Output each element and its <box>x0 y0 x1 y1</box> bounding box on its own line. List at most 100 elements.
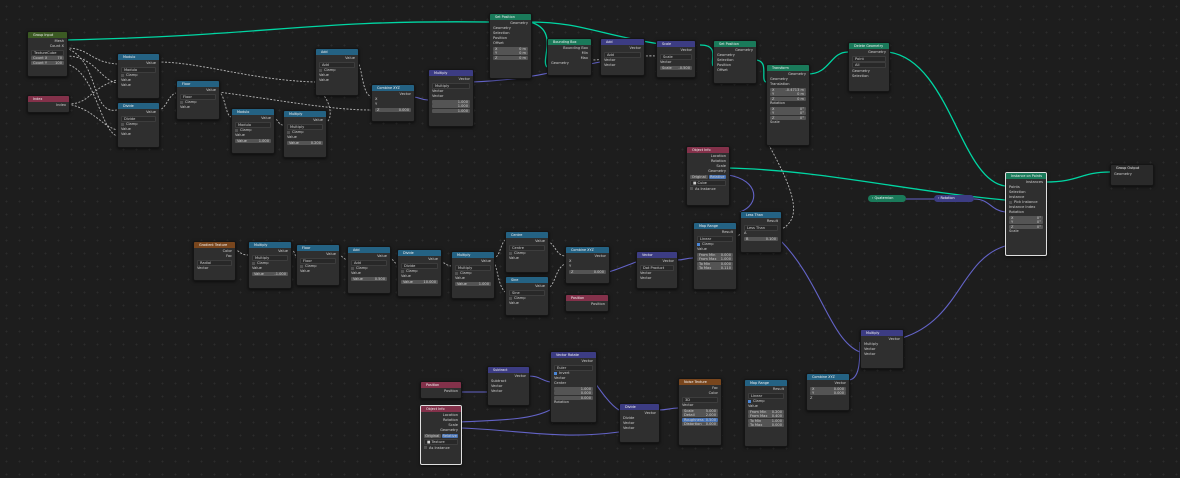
vector-multiply-node[interactable]: Multiply Vector Multiply Vector Vector <box>860 329 904 369</box>
scale-field[interactable]: Scale 5.000 <box>682 408 718 413</box>
operation-dropdown[interactable]: Divide <box>401 262 438 269</box>
rotation-z-field[interactable]: Z 0° <box>1009 224 1043 229</box>
index-node[interactable]: Index Index <box>27 95 70 113</box>
object-selector[interactable]: ■ Texture <box>424 439 458 445</box>
rotation-x-field[interactable]: X 0° <box>770 106 806 111</box>
to-min-field[interactable]: To Min 1.000 <box>748 418 784 423</box>
mode-dropdown[interactable]: All <box>852 62 886 68</box>
instance-on-points-node[interactable]: Instance on Points Instances Points Sele… <box>1005 172 1047 256</box>
operation-dropdown[interactable]: Sine <box>509 289 545 296</box>
center-y-field[interactable]: 0.000 <box>554 391 593 395</box>
operation-dropdown[interactable]: Floor <box>180 93 216 100</box>
position-node[interactable]: Position Position <box>565 294 609 312</box>
rotation-type-dropdown[interactable]: Euler <box>554 364 593 371</box>
combine-xyz-node[interactable]: Combine XYZ Vector X 0.000 Y 0.000 Z <box>806 373 850 411</box>
roughness-field[interactable]: Roughness 0.500 <box>682 417 718 422</box>
node-editor-canvas[interactable]: Group Input Mesh Count X TextureCube Cou… <box>0 0 1180 478</box>
object-info-node[interactable]: Object Info Location Rotation Scale Geom… <box>420 405 462 465</box>
translation-y-field[interactable]: Y0 m <box>770 92 806 96</box>
value-field[interactable]: Value 0.500 <box>351 276 387 281</box>
x-field[interactable]: X 0.000 <box>810 386 846 391</box>
math-modulo-node[interactable]: Modulo Value Modulo Clamp Value Value 1.0… <box>231 108 275 154</box>
count-y-field[interactable]: Count Y 100 <box>31 60 64 65</box>
math-multiply-node[interactable]: Multiply Value Multiply Clamp Value Valu… <box>248 241 292 289</box>
vector-add-node[interactable]: Add Vector Add Vector Vector <box>600 38 645 76</box>
value-field[interactable]: Value -1.000 <box>252 271 288 276</box>
vector-subtract-node[interactable]: Subtract Vector Subtract Vector Vector <box>487 366 530 406</box>
count-x-field[interactable]: Count X 70 <box>31 56 64 60</box>
offset-x-field[interactable]: X0 m <box>493 46 528 51</box>
math-floor-node[interactable]: Floor Value Floor Clamp Value <box>296 244 340 286</box>
as-instance-checkbox[interactable]: As Instance <box>690 187 726 192</box>
position-node[interactable]: Position Position <box>420 381 462 399</box>
value-field[interactable]: Value 10.000 <box>401 279 438 284</box>
center-x-field[interactable]: 1.000 <box>554 386 593 391</box>
node-header[interactable]: Delete Geometry <box>849 43 889 49</box>
rotation-x-field[interactable]: X 0° <box>1009 215 1043 220</box>
operation-dropdown[interactable]: Add <box>319 61 355 68</box>
gradient-texture-node[interactable]: Gradient Texture Color Fac Radial Vector <box>193 241 236 281</box>
y-field[interactable]: Y 0.000 <box>810 391 846 395</box>
value-field[interactable]: Value 1.000 <box>455 281 491 286</box>
group-input-node[interactable]: Group Input Mesh Count X TextureCube Cou… <box>27 31 68 77</box>
math-divide-node[interactable]: Divide Value Divide Clamp Value Value 10.… <box>397 249 442 297</box>
vector-divide-node[interactable]: Divide Vector Divide Vector Vector <box>619 403 660 443</box>
domain-dropdown[interactable]: Point <box>852 55 886 62</box>
value-field[interactable]: Value 1.000 <box>235 138 271 143</box>
distortion-field[interactable]: Distortion 0.000 <box>682 422 718 426</box>
from-min-field[interactable]: From Min 0.200 <box>748 409 784 414</box>
translation-x-field[interactable]: X -0.4713 m <box>770 87 806 92</box>
compare-less-than-node[interactable]: Less Than Result Less Than A B 0.100 <box>740 211 782 253</box>
rotation-y-field[interactable]: Y 0° <box>1009 220 1043 224</box>
math-floor-node[interactable]: Floor Value Floor Clamp Value <box>176 80 220 120</box>
group-output-node[interactable]: Group Output Geometry <box>1110 164 1154 186</box>
detail-field[interactable]: Detail 2.000 <box>682 413 718 417</box>
operation-dropdown[interactable]: Multiply <box>455 264 491 271</box>
gradient-type-dropdown[interactable]: Radial <box>197 259 232 266</box>
offset-z-field[interactable]: Z0 m <box>493 55 528 60</box>
to-max-field[interactable]: To Max 0.000 <box>748 423 784 427</box>
math-divide-node[interactable]: Divide Value Divide Clamp Value Value <box>117 102 160 148</box>
math-multiply-node[interactable]: Multiply Value Multiply Clamp Value Valu… <box>283 110 327 158</box>
operation-dropdown[interactable]: Dot Product <box>640 264 674 271</box>
quaternion-collapsed-node[interactable]: › Quaternion <box>868 195 906 202</box>
original-button[interactable]: Original <box>424 434 441 438</box>
map-range-node[interactable]: Map Range Result Linear Clamp Value From… <box>693 222 737 290</box>
vector-rotate-node[interactable]: Vector Rotate Vector Euler Invert Vector… <box>550 351 597 423</box>
operation-dropdown[interactable]: Multiply <box>432 82 470 89</box>
operation-dropdown[interactable]: Modulo <box>121 66 156 73</box>
operation-dropdown[interactable]: Scale <box>660 53 692 60</box>
operation-dropdown[interactable]: Floor <box>300 257 336 264</box>
object-selector[interactable]: ■ Cube <box>690 180 726 186</box>
rotation-y-field[interactable]: Y 0° <box>770 111 806 115</box>
center-z-field[interactable]: 0.000 <box>554 395 593 400</box>
z-field[interactable]: Z 0.000 <box>569 269 606 274</box>
math-modulo-node[interactable]: Modulo Value Modulo Clamp Value Value <box>117 53 160 99</box>
to-min-field[interactable]: To Min 0.000 <box>697 261 733 266</box>
vector-multiply-node[interactable]: Multiply Vector Multiply Vector Vector 1… <box>428 69 474 127</box>
math-add-node[interactable]: Add Value Add Clamp Value Value 0.500 <box>347 246 391 294</box>
combine-xyz-node[interactable]: Combine XYZ Vector X Y Z 0.000 <box>371 84 415 122</box>
combine-xyz-node[interactable]: Combine XYZ Vector X Y Z 0.000 <box>565 246 610 284</box>
operation-dropdown[interactable]: Add <box>351 259 387 266</box>
interpolation-dropdown[interactable]: Linear <box>697 235 733 242</box>
map-range-node[interactable]: Map Range Result Linear Clamp Value From… <box>744 379 788 447</box>
b-field[interactable]: B 0.100 <box>744 236 778 241</box>
math-centre-node[interactable]: Centre Value Centre Clamp Value <box>505 231 549 273</box>
node-header[interactable]: Instance on Points <box>1006 173 1046 179</box>
scale-field[interactable]: Scale -0.500 <box>660 65 692 70</box>
operation-dropdown[interactable]: Modulo <box>235 121 271 128</box>
texture-selector[interactable]: TextureCube <box>31 49 64 56</box>
transform-space-toggle[interactable]: Original Relative <box>690 175 726 179</box>
vector-x-field[interactable]: 1.000 <box>432 99 470 104</box>
operation-dropdown[interactable]: Less Than <box>744 224 778 231</box>
set-position-node[interactable]: Set Position Geometry Geometry Selection… <box>713 40 757 84</box>
from-max-field[interactable]: From Max 0.400 <box>748 414 784 418</box>
translation-z-field[interactable]: Z0 m <box>770 96 806 101</box>
operation-dropdown[interactable]: Centre <box>509 244 545 251</box>
math-multiply-node[interactable]: Multiply Value Multiply Clamp Value Valu… <box>451 251 495 299</box>
bounding-box-node[interactable]: Bounding Box Bounding Box Min Max Geomet… <box>547 38 592 76</box>
vector-y-field[interactable]: 1.000 <box>432 104 470 108</box>
math-sine-node[interactable]: Sine Value Sine Clamp Value <box>505 276 549 316</box>
interpolation-dropdown[interactable]: Linear <box>748 392 784 399</box>
